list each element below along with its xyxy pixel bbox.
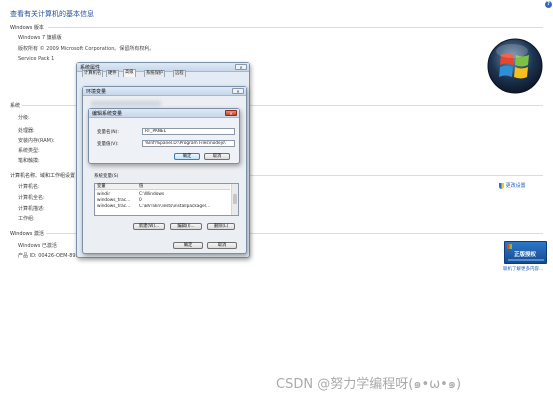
list-header: 变量 值 [95,184,230,190]
title-bar: 编辑系统变量 ✕ [89,109,239,118]
scrollbar-thumb[interactable] [233,194,237,204]
copyright-text: 版权所有 © 2009 Microsoft Corporation。保留所有权利… [18,46,155,52]
decorative-bar [508,259,544,261]
table-row[interactable]: windows_trac... C:\BVTBin\Tests\installp… [95,204,230,210]
title-bar: 环境变量 ✕ [83,87,246,96]
change-settings-link[interactable]: 更改设置 [499,182,526,189]
ram-label: 安装内存(RAM): [18,138,55,144]
delete-variable-button[interactable]: 删除(L) [207,223,235,230]
windows-logo [486,37,544,95]
blurred-region [91,101,161,106]
shield-icon [499,182,504,189]
cancel-button[interactable]: 取消 [207,242,237,249]
genuine-badge: 正版授权 [504,241,547,264]
change-settings-label: 更改设置 [505,183,526,189]
variable-name: windows_trac... [97,204,131,209]
page-title: 查看有关计算机的基本信息 [10,10,94,18]
variable-value: C:\BVTBin\Tests\installpackage\... [139,204,211,209]
tab-advanced[interactable]: 高级 [123,69,136,77]
processor-label: 处理器: [18,128,35,134]
system-type-label: 系统类型: [18,148,40,154]
section-header-computer: 计算机名称、域和工作组设置 [10,173,76,179]
vertical-scrollbar[interactable] [231,184,238,215]
variable-name-input[interactable]: RT_PANEL [142,128,235,135]
system-variables-label: 系统变量(S) [94,174,119,179]
computer-full-name-label: 计算机全名: [18,195,45,201]
tab-system-protection[interactable]: 系统保护 [144,70,166,77]
close-button[interactable]: ✕ [232,88,244,94]
edit-system-variable-dialog: 编辑系统变量 ✕ 变量名(N): RT_PANEL 变量值(V): %Inf\%… [88,108,240,164]
ok-button[interactable]: 确定 [173,242,203,249]
close-button[interactable]: ✕ [235,64,247,70]
new-variable-button[interactable]: 新建(W)... [133,223,165,230]
edition-name: Windows 7 旗舰版 [18,35,62,41]
system-variables-list[interactable]: 变量 值 windir C:\Windows windows_trac... 0… [94,183,239,216]
product-id: 产品 ID: 00426-OEM-8992 [18,253,82,259]
ok-button[interactable]: 确定 [174,153,200,160]
window-title: 环境变量 [86,89,107,95]
section-header-edition: Windows 版本 [10,25,44,31]
divider [48,27,543,28]
dialog-title: 编辑系统变量 [92,111,123,117]
variable-name-label: 变量名(N): [97,130,119,135]
watermark: CSDN @努力学编程呀(๑•ω•๑) [276,377,462,392]
section-header-system: 系统 [10,103,21,109]
column-header-variable[interactable]: 变量 [97,184,106,190]
tab-remote[interactable]: 远程 [173,70,186,77]
learn-more-link[interactable]: 联机了解更多内容... [503,266,543,272]
cancel-button[interactable]: 取消 [204,153,230,160]
tab-computer-name[interactable]: 计算机名 [82,70,104,77]
windows-flag-icon [507,244,512,249]
variable-value-label: 变量值(V): [97,142,119,147]
computer-description-label: 计算机描述: [18,206,45,212]
column-header-value[interactable]: 值 [139,184,143,190]
rating-label: 分级: [18,115,30,121]
workgroup-label: 工作组: [18,216,35,222]
section-header-activation: Windows 激活 [10,231,44,237]
pen-touch-label: 笔和触摸: [18,158,40,164]
edit-variable-button[interactable]: 编辑(I)... [170,223,202,230]
genuine-badge-text: 正版授权 [514,252,537,258]
service-pack: Service Pack 1 [18,56,55,62]
computer-name-label: 计算机名: [18,184,40,190]
close-button[interactable]: ✕ [225,110,237,116]
variable-value-input[interactable]: %Inf\%panel.D:\Program Files\nodejs\ [142,140,235,147]
activation-status: Windows 已激活 [18,243,57,249]
tab-hardware[interactable]: 硬件 [106,70,119,77]
help-icon[interactable]: ? [545,1,552,8]
